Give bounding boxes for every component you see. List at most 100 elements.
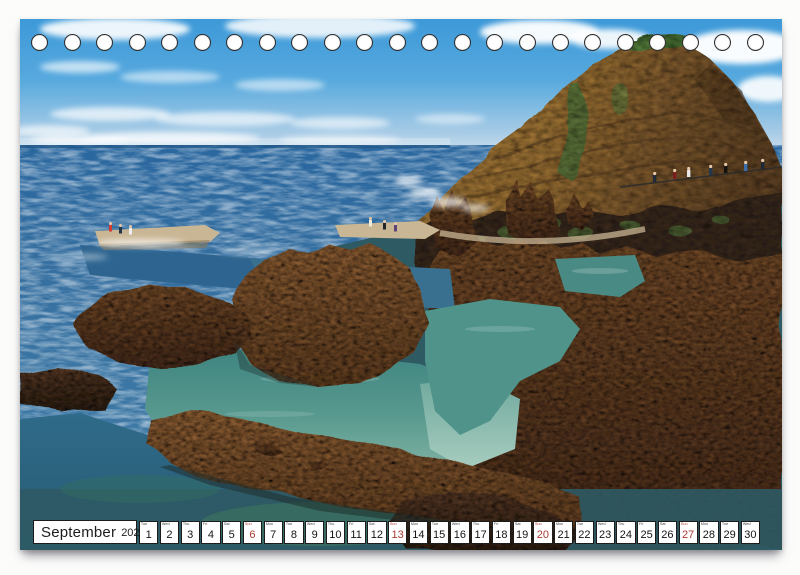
day-abbr: Thu bbox=[327, 522, 345, 526]
day-abbr: Tue bbox=[576, 522, 594, 526]
day-abbr: Fri bbox=[348, 522, 366, 526]
day-abbr: Sun bbox=[244, 522, 262, 526]
day-cell: Sun20 bbox=[533, 521, 552, 544]
day-cell: Fri 25 bbox=[637, 521, 656, 544]
day-abbr: Wed bbox=[306, 522, 324, 526]
binding-hole bbox=[31, 34, 48, 51]
day-number: 27 bbox=[680, 530, 697, 541]
day-number: 9 bbox=[306, 530, 323, 541]
day-number: 23 bbox=[597, 530, 614, 541]
binding-hole bbox=[161, 34, 178, 51]
day-abbr: Thu bbox=[472, 522, 490, 526]
day-cell: Wed 9 bbox=[305, 521, 324, 544]
day-cell: Tue 8 bbox=[284, 521, 303, 544]
day-number: 8 bbox=[285, 530, 302, 541]
day-number: 19 bbox=[514, 530, 531, 541]
binding-hole bbox=[584, 34, 601, 51]
day-abbr: Fri bbox=[202, 522, 220, 526]
day-number: 17 bbox=[472, 530, 489, 541]
day-cell: Sun27 bbox=[679, 521, 698, 544]
binding-hole bbox=[96, 34, 113, 51]
day-cells: Tue1Wed2Thu3Fri4Sat5Sun6Mon7Tue8Wed9Thu1… bbox=[139, 521, 760, 544]
binding-hole bbox=[649, 34, 666, 51]
binding-hole bbox=[486, 34, 503, 51]
day-number: 10 bbox=[327, 530, 344, 541]
day-number: 25 bbox=[638, 530, 655, 541]
binding-hole bbox=[421, 34, 438, 51]
binding-hole bbox=[64, 34, 81, 51]
day-cell: Wed 23 bbox=[596, 521, 615, 544]
day-cell: Sun 6 bbox=[243, 521, 262, 544]
day-abbr: Wed bbox=[742, 522, 760, 526]
day-number: 16 bbox=[451, 530, 468, 541]
day-number: 28 bbox=[700, 530, 717, 541]
binding-hole bbox=[194, 34, 211, 51]
day-cell: Thu 17 bbox=[471, 521, 490, 544]
day-cell: Thu 3 bbox=[181, 521, 200, 544]
binding-hole bbox=[617, 34, 634, 51]
day-number: 1 bbox=[140, 530, 157, 541]
binding-hole bbox=[226, 34, 243, 51]
binding-hole bbox=[552, 34, 569, 51]
day-abbr: Mon bbox=[265, 522, 283, 526]
day-abbr: Fri bbox=[638, 522, 656, 526]
day-number: 2 bbox=[161, 530, 178, 541]
day-number: 13 bbox=[389, 530, 406, 541]
day-cell: Sat 26 bbox=[658, 521, 677, 544]
binding-hole bbox=[389, 34, 406, 51]
day-number: 12 bbox=[368, 530, 385, 541]
day-cell: Sat 12 bbox=[367, 521, 386, 544]
day-number: 5 bbox=[223, 530, 240, 541]
day-number: 29 bbox=[721, 530, 738, 541]
day-cell: Wed16 bbox=[450, 521, 469, 544]
day-abbr: Mon bbox=[700, 522, 718, 526]
day-cell: Fri 11 bbox=[347, 521, 366, 544]
binding-hole bbox=[454, 34, 471, 51]
day-number: 15 bbox=[431, 530, 448, 541]
day-number: 26 bbox=[659, 530, 676, 541]
binding-hole bbox=[682, 34, 699, 51]
day-abbr: Tue bbox=[431, 522, 449, 526]
day-abbr: Sat bbox=[659, 522, 677, 526]
day-number: 30 bbox=[742, 530, 759, 541]
day-number: 24 bbox=[617, 530, 634, 541]
day-number: 7 bbox=[265, 530, 282, 541]
day-abbr: Sun bbox=[389, 522, 407, 526]
day-cell: Tue29 bbox=[720, 521, 739, 544]
day-abbr: Thu bbox=[182, 522, 200, 526]
day-cell: Fri 4 bbox=[201, 521, 220, 544]
day-number: 22 bbox=[576, 530, 593, 541]
day-abbr: Sat bbox=[368, 522, 386, 526]
binding-hole bbox=[356, 34, 373, 51]
calendar-product-page: September 2026 Tue1Wed2Thu3Fri4Sat5Sun6M… bbox=[0, 0, 800, 575]
day-cell: Thu 10 bbox=[326, 521, 345, 544]
day-abbr: Sat bbox=[223, 522, 241, 526]
day-number: 3 bbox=[182, 530, 199, 541]
day-cell: Mon 28 bbox=[699, 521, 718, 544]
day-abbr: Fri bbox=[493, 522, 511, 526]
day-number: 11 bbox=[348, 530, 365, 541]
binding-holes bbox=[31, 34, 764, 51]
day-abbr: Sat bbox=[514, 522, 532, 526]
day-abbr: Sun bbox=[534, 522, 552, 526]
day-abbr: Thu bbox=[617, 522, 635, 526]
day-abbr: Tue bbox=[285, 522, 303, 526]
day-cell: Sun 13 bbox=[388, 521, 407, 544]
binding-hole bbox=[129, 34, 146, 51]
binding-hole bbox=[714, 34, 731, 51]
day-number: 6 bbox=[244, 530, 261, 541]
calendar-strip: September 2026 Tue1Wed2Thu3Fri4Sat5Sun6M… bbox=[20, 519, 782, 545]
day-number: 4 bbox=[202, 530, 219, 541]
day-number: 18 bbox=[493, 530, 510, 541]
month-box: September 2026 bbox=[33, 520, 137, 544]
day-cell: Sat 5 bbox=[222, 521, 241, 544]
day-abbr: Wed bbox=[597, 522, 615, 526]
day-number: 14 bbox=[410, 530, 427, 541]
day-cell: Mon14 bbox=[409, 521, 428, 544]
binding-hole bbox=[519, 34, 536, 51]
day-cell: Mon21 bbox=[554, 521, 573, 544]
day-cell: Fri 18 bbox=[492, 521, 511, 544]
binding-hole bbox=[324, 34, 341, 51]
day-cell: Wed 30 bbox=[741, 521, 760, 544]
landscape-photo bbox=[20, 19, 782, 550]
